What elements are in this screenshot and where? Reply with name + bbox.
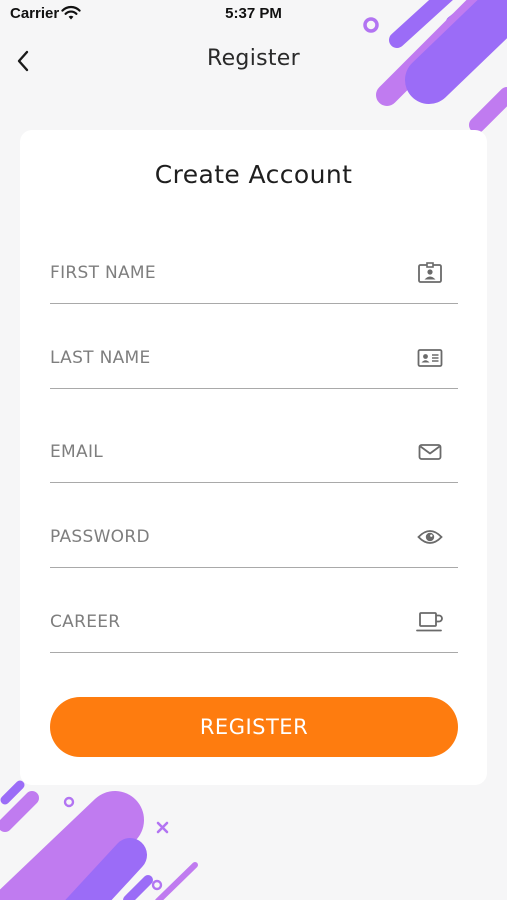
career-input[interactable]	[50, 592, 410, 652]
register-button[interactable]: REGISTER	[50, 697, 458, 757]
id-card-icon	[416, 346, 444, 370]
decorative-shapes-bottom	[0, 780, 198, 900]
envelope-icon	[416, 440, 444, 464]
career-field	[50, 592, 458, 653]
last-name-input[interactable]	[50, 328, 410, 388]
email-input[interactable]	[50, 422, 410, 482]
eye-icon[interactable]	[416, 525, 444, 549]
password-input[interactable]	[50, 507, 410, 567]
navigation-bar: Register	[0, 40, 507, 84]
first-name-field	[50, 243, 458, 304]
page-title: Register	[207, 46, 300, 71]
password-field	[50, 507, 458, 568]
first-name-input[interactable]	[50, 243, 410, 303]
last-name-field	[50, 328, 458, 389]
form-heading: Create Account	[154, 160, 353, 189]
coffee-cup-icon	[416, 610, 444, 634]
email-field	[50, 422, 458, 483]
register-card: Create Account FIRST NAME LAST NAME EMAI…	[20, 130, 487, 785]
contact-badge-icon	[416, 261, 444, 285]
